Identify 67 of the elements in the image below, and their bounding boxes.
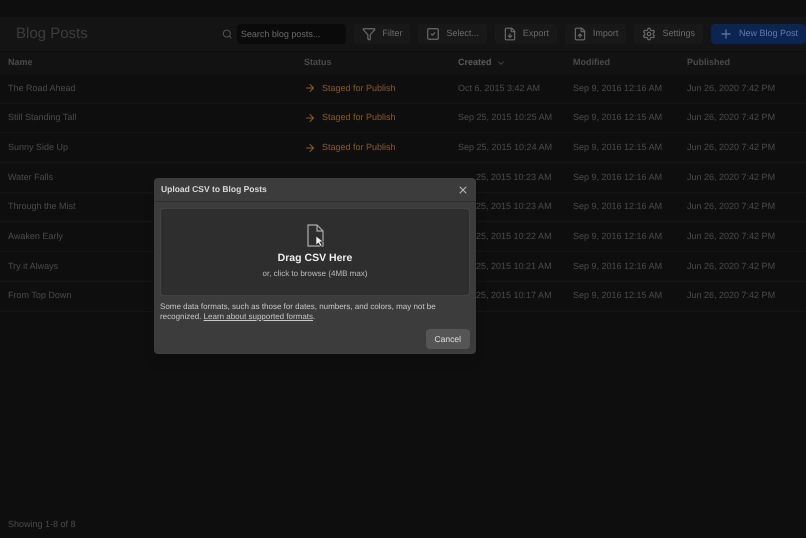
search-icon [222,28,233,40]
table-cell: Oct 6, 2015 3:42 AM [458,82,540,93]
column-header[interactable]: Status [304,56,332,70]
toolbar-button[interactable]: Settings [634,24,703,44]
table-cell: Jun 26, 2020 7:42 PM [687,260,776,271]
filter-icon [362,27,376,41]
cancel-button[interactable]: Cancel [426,329,470,349]
new-post-button[interactable]: New Blog Post [710,24,806,44]
column-header[interactable]: Created [458,56,492,70]
column-header[interactable]: Modified [573,56,610,70]
toolbar-button[interactable]: Filter [354,24,410,44]
table-cell: Sep 25, 2015 10:25 AM [458,112,552,122]
format-note: Some data formats, such as those for dates, numbers, and colors, may not be recognized. Learn about supported formats. [160,302,437,322]
file-cursor-icon [306,224,324,248]
table-cell: Sep 25, 2015 10:24 AM [458,142,552,152]
table-cell: Sep 9, 2016 12:16 AM [573,172,662,182]
search-field[interactable]: Search blog posts... [236,24,346,44]
status-label: Staged for Publish [322,140,396,154]
table-cell: Jun 26, 2020 7:42 PM [687,231,776,242]
table-cell: Jun 26, 2020 7:42 PM [687,290,776,300]
table-cell: From Top Down [8,290,72,300]
pagination-summary: Showing 1-8 of 8 [8,518,76,531]
table-cell: 25, 2015 10:17 AM [476,290,552,300]
dialog-title: Upload CSV to Blog Posts [161,183,267,196]
table-cell: 25, 2015 10:23 AM [476,201,552,212]
table-cell: Sep 9, 2016 12:16 AM [573,260,662,271]
table-cell: Try it Always [8,260,58,271]
drop-zone[interactable]: Drag CSV Here or, click to browse (4MB max) [160,208,470,296]
table-cell: Jun 26, 2020 7:42 PM [687,112,776,122]
table-cell: The Road Ahead [8,82,76,93]
table-cell: Sep 9, 2016 12:16 AM [573,231,662,242]
table-cell: Awaken Early [8,231,63,242]
table-cell: 25, 2015 10:23 AM [476,172,552,182]
arrow-icon [304,142,316,154]
table-cell: Jun 26, 2020 7:42 PM [687,82,776,93]
table-cell: 25, 2015 10:21 AM [476,260,552,271]
drop-hint: or, click to browse (4MB max) [262,268,368,280]
formats-link[interactable]: Learn about supported formats [204,312,313,321]
toolbar-button[interactable]: Select... [418,24,487,44]
table-cell: Sunny Side Up [8,142,68,152]
table-cell: 25, 2015 10:22 AM [476,231,552,242]
drop-title: Drag CSV Here [278,250,352,266]
checkbox-icon [426,27,440,41]
table-cell: Still Standing Tall [8,112,76,122]
column-header[interactable]: Published [687,56,730,70]
table-cell: Sep 9, 2016 12:16 AM [573,82,662,93]
column-header[interactable]: Name [8,56,33,70]
toolbar-button[interactable]: Export [494,24,557,44]
settings-icon [642,27,656,41]
toolbar-button[interactable]: Import [564,24,626,44]
table-cell: Sep 9, 2016 12:15 AM [573,112,662,122]
table-cell: Sep 9, 2016 12:15 AM [573,290,662,300]
table-cell: Jun 26, 2020 7:42 PM [687,201,776,212]
table-cell: Jun 26, 2020 7:42 PM [687,142,776,152]
table-cell: Sep 9, 2016 12:15 AM [573,142,662,152]
table-cell: Sep 9, 2016 12:16 AM [573,201,662,212]
table-cell: Jun 26, 2020 7:42 PM [687,172,776,182]
arrow-icon [304,82,316,94]
export-icon [502,27,517,41]
status-label: Staged for Publish [322,82,396,95]
plus-icon [718,27,733,41]
status-label: Staged for Publish [322,111,396,124]
table-cell: Through the Mist [8,201,76,212]
table-cell: Water Falls [8,172,54,182]
close-button[interactable] [457,184,469,196]
arrow-icon [304,112,316,124]
import-icon [572,27,587,41]
